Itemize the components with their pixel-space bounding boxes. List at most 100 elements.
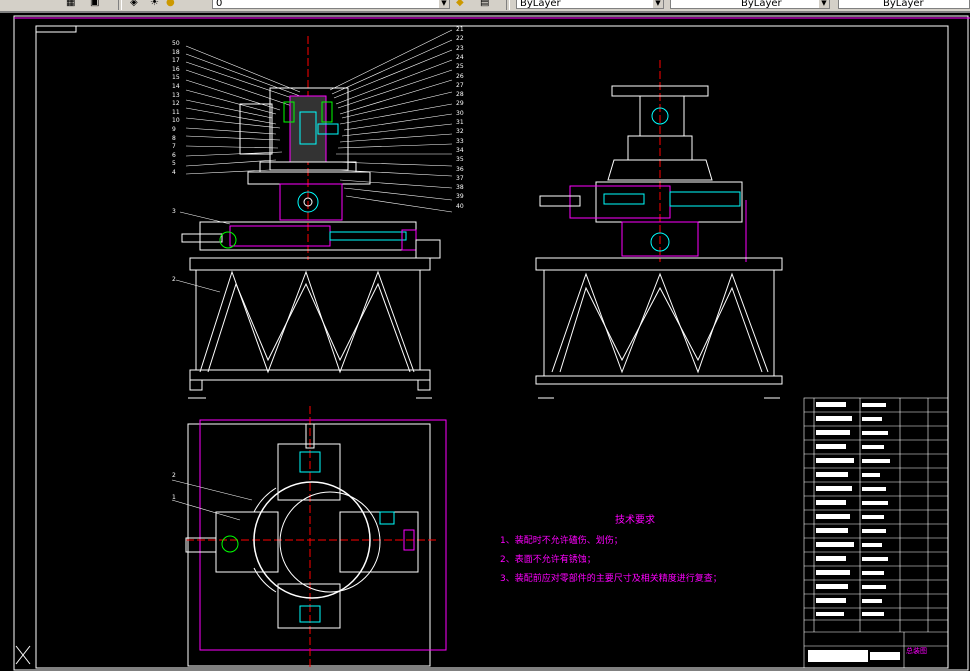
linetype-combo[interactable]: ByLayer ▼ <box>670 0 830 9</box>
rail <box>669 191 741 207</box>
callout-right: 30 <box>456 109 464 117</box>
callout-left: 50 <box>172 40 180 47</box>
callout-left: 18 <box>172 48 180 56</box>
callout-left: 12 <box>172 100 180 108</box>
piston-rod <box>539 195 581 207</box>
callout-left: 17 <box>172 57 180 65</box>
parts-list-cells <box>808 402 900 662</box>
properties-toolbar: ▦ ▣ ◈ ☀ ● 0 ▼ ◆ ▤ ByLayer ▼ ByLayer ▼ By… <box>0 0 970 13</box>
foot <box>189 379 203 391</box>
callout-left: 15 <box>172 74 180 82</box>
cross-slide <box>595 181 743 223</box>
callout-left: 16 <box>172 65 180 73</box>
requirement-1: 1、装配时不允许磕伤、划伤； <box>500 536 623 546</box>
top-view <box>171 406 447 668</box>
layer-match-icon[interactable]: ▤ <box>480 0 494 9</box>
ucs-icon <box>15 645 31 665</box>
callout-left: 7 <box>172 143 176 151</box>
side-view <box>535 60 783 399</box>
chevron-down-icon[interactable]: ▼ <box>439 0 449 8</box>
callout-left: 6 <box>172 151 176 159</box>
leader-line <box>171 479 253 501</box>
leader-line <box>171 499 241 521</box>
callout-right: 37 <box>456 174 464 182</box>
lineweight-combo[interactable]: ByLayer <box>838 0 970 9</box>
layer-states-icon[interactable]: ◈ <box>130 0 144 9</box>
layer-lock-icon[interactable]: ● <box>166 0 180 9</box>
layer-combo-value: 0 <box>216 0 223 9</box>
requirement-3: 3、装配前应对零部件的主要尺寸及相关精度进行复查； <box>500 574 722 584</box>
upper-housing <box>639 95 685 137</box>
layer-previous-icon[interactable]: ▣ <box>90 0 104 9</box>
tech-requirements-title: 技术要求 <box>615 515 655 526</box>
frame-body <box>543 269 775 377</box>
layer-combo[interactable]: 0 ▼ <box>212 0 450 9</box>
frame-body <box>195 269 421 371</box>
callout-left: 11 <box>172 108 180 116</box>
color-combo[interactable]: ByLayer ▼ <box>516 0 664 9</box>
front-view <box>175 29 453 399</box>
callout-left: 3 <box>172 208 176 215</box>
arm-left <box>215 511 279 573</box>
head-base-plate <box>247 171 371 185</box>
callout-right: 40 <box>456 202 464 210</box>
make-current-icon[interactable]: ◆ <box>456 0 470 9</box>
ring-lug <box>253 487 277 513</box>
callout-right: 34 <box>456 146 464 154</box>
callout-left: 5 <box>172 160 176 168</box>
layer-freeze-icon[interactable]: ☀ <box>150 0 164 9</box>
cylinder-rod <box>181 233 223 243</box>
layer-manager-icon[interactable]: ▦ <box>66 0 80 9</box>
corner-label-box <box>36 26 77 33</box>
plan-frame <box>187 423 431 667</box>
lineweight-combo-value: ByLayer <box>883 0 924 9</box>
callout-right: 26 <box>456 72 464 80</box>
callout-right: 27 <box>456 81 464 89</box>
callout-right: 38 <box>456 184 464 192</box>
gearbox-housing <box>279 183 343 221</box>
piston <box>603 193 645 205</box>
callout-left: 2 <box>172 276 176 283</box>
drawing-canvas[interactable] <box>0 13 970 671</box>
slide-carriage <box>229 225 331 247</box>
callout-left: 1 <box>172 494 176 501</box>
foot <box>417 379 431 391</box>
frame-bottom <box>189 369 431 381</box>
head-core <box>289 95 327 163</box>
callout-right: 23 <box>456 44 464 52</box>
toolbar-separator <box>506 0 510 10</box>
callout-right: 35 <box>456 156 464 164</box>
callout-right: 28 <box>456 91 464 99</box>
callout-left: 2 <box>172 472 176 479</box>
linetype-combo-value: ByLayer <box>741 0 782 9</box>
chevron-down-icon[interactable]: ▼ <box>653 0 663 8</box>
callout-right: 39 <box>456 193 464 201</box>
frame-top <box>189 257 431 271</box>
clamp-right <box>379 511 395 525</box>
requirement-2: 2、表面不允许有锈蚀； <box>500 555 596 565</box>
toolbar-separator <box>118 0 122 10</box>
callout-left: 14 <box>172 83 180 90</box>
frame-braces <box>551 272 769 374</box>
color-combo-value: ByLayer <box>520 0 561 9</box>
frame-top <box>535 257 783 271</box>
arm-right <box>339 511 419 573</box>
callout-right: 24 <box>456 53 464 61</box>
callout-right: 29 <box>456 100 464 108</box>
callout-left: 10 <box>172 117 180 125</box>
callout-left: 9 <box>172 126 176 133</box>
callout-right: 22 <box>456 35 464 43</box>
callout-right: 33 <box>456 137 464 145</box>
chevron-down-icon[interactable]: ▼ <box>819 0 829 8</box>
callout-right: 25 <box>456 63 464 71</box>
callout-left: 13 <box>172 91 180 99</box>
plan-boundary <box>199 419 447 651</box>
callout-right: 21 <box>456 26 464 33</box>
callout-right: 36 <box>456 165 464 173</box>
workpiece-inner <box>279 491 381 593</box>
frame-braces <box>199 270 415 374</box>
callout-right: 32 <box>456 128 464 136</box>
title-block-name: 总装图 <box>906 647 927 655</box>
end-block <box>415 239 441 259</box>
callout-left: 8 <box>172 134 176 142</box>
